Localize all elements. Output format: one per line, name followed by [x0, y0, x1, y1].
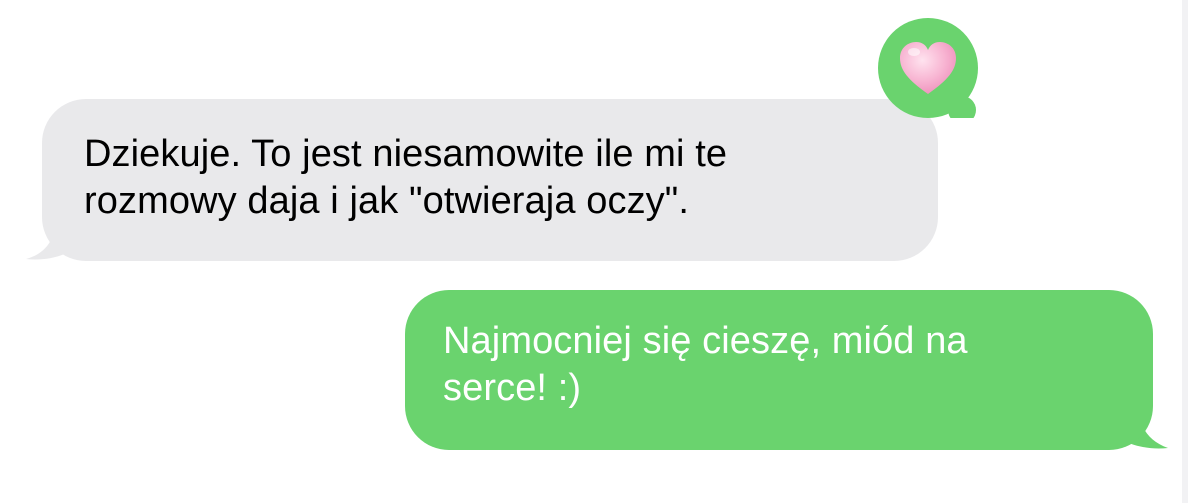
scroll-edge [1182, 0, 1188, 503]
outgoing-message-line-2: serce! :) [443, 367, 582, 409]
outgoing-message-bubble[interactable]: Najmocniej się cieszę, miód na serce! :) [405, 290, 1153, 450]
outgoing-message-line-1: Najmocniej się cieszę, miód na [443, 320, 968, 362]
incoming-message-line-2: rozmowy daja i jak "otwieraja oczy". [84, 180, 690, 222]
incoming-message-bubble[interactable]: Dziekuje. To jest niesamowite ile mi te … [42, 99, 938, 261]
tapback-reaction[interactable] [878, 18, 978, 118]
incoming-message-line-1: Dziekuje. To jest niesamowite ile mi te [84, 133, 728, 175]
